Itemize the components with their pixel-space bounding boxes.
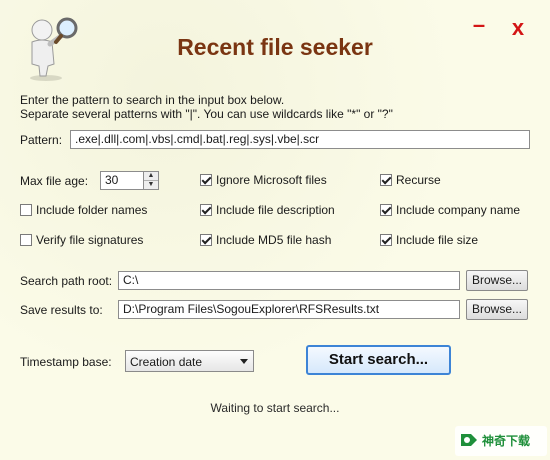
instructions: Enter the pattern to search in the input… (20, 93, 393, 121)
checkbox-checked-icon[interactable] (200, 204, 212, 216)
chevron-down-icon[interactable] (240, 359, 248, 364)
timestamp-base-select[interactable]: Creation date (125, 350, 254, 372)
search-path-root-label: Search path root: (20, 274, 113, 288)
max-file-age-spinner[interactable]: ▲ ▼ (143, 171, 159, 190)
include-file-size-checkbox[interactable]: Include file size (380, 233, 478, 247)
max-file-age-input[interactable]: 30 (100, 171, 144, 190)
include-company-name-checkbox[interactable]: Include company name (380, 203, 520, 217)
watermark-text: 神奇下载 (482, 433, 530, 448)
timestamp-base-label: Timestamp base: (20, 355, 112, 369)
start-search-button[interactable]: Start search... (306, 345, 451, 375)
checkbox-unchecked-icon[interactable] (20, 234, 32, 246)
checkbox-checked-icon[interactable] (380, 204, 392, 216)
spin-up-icon[interactable]: ▲ (144, 172, 158, 181)
verify-file-signatures-label: Verify file signatures (36, 233, 144, 247)
status-text: Waiting to start search... (210, 401, 340, 415)
instructions-line-2: Separate several patterns with "|". You … (20, 107, 393, 121)
recurse-checkbox[interactable]: Recurse (380, 173, 441, 187)
save-results-input[interactable]: D:\Program Files\SogouExplorer\RFSResult… (118, 300, 460, 319)
save-results-label: Save results to: (20, 303, 103, 317)
pattern-input[interactable]: .exe|.dll|.com|.vbs|.cmd|.bat|.reg|.sys|… (70, 130, 530, 149)
ignore-microsoft-label: Ignore Microsoft files (216, 173, 327, 187)
pattern-label: Pattern: (20, 133, 63, 147)
checkbox-checked-icon[interactable] (380, 234, 392, 246)
max-file-age-label: Max file age: (20, 174, 89, 188)
checkbox-unchecked-icon[interactable] (20, 204, 32, 216)
include-folder-names-checkbox[interactable]: Include folder names (20, 203, 147, 217)
search-path-root-input[interactable]: C:\ (118, 271, 460, 290)
include-file-description-checkbox[interactable]: Include file description (200, 203, 335, 217)
instructions-line-1: Enter the pattern to search in the input… (20, 93, 285, 107)
include-md5-label: Include MD5 file hash (216, 233, 332, 247)
download-site-watermark: 神奇下载 (455, 426, 547, 456)
app-title: Recent file seeker (177, 34, 373, 60)
browse-save-results-button[interactable]: Browse... (466, 299, 528, 320)
checkbox-checked-icon[interactable] (200, 234, 212, 246)
recurse-label: Recurse (396, 173, 441, 187)
close-button[interactable]: x (508, 17, 528, 39)
browse-search-root-button[interactable]: Browse... (466, 270, 528, 291)
minimize-button[interactable]: – (471, 14, 487, 36)
spin-down-icon[interactable]: ▼ (144, 181, 158, 189)
include-file-size-label: Include file size (396, 233, 479, 247)
include-file-description-label: Include file description (216, 203, 335, 217)
timestamp-base-value: Creation date (130, 355, 203, 369)
ignore-microsoft-checkbox[interactable]: Ignore Microsoft files (200, 173, 327, 187)
include-folder-names-label: Include folder names (36, 203, 148, 217)
include-md5-checkbox[interactable]: Include MD5 file hash (200, 233, 331, 247)
verify-file-signatures-checkbox[interactable]: Verify file signatures (20, 233, 143, 247)
checkbox-checked-icon[interactable] (200, 174, 212, 186)
include-company-name-label: Include company name (396, 203, 521, 217)
checkbox-checked-icon[interactable] (380, 174, 392, 186)
